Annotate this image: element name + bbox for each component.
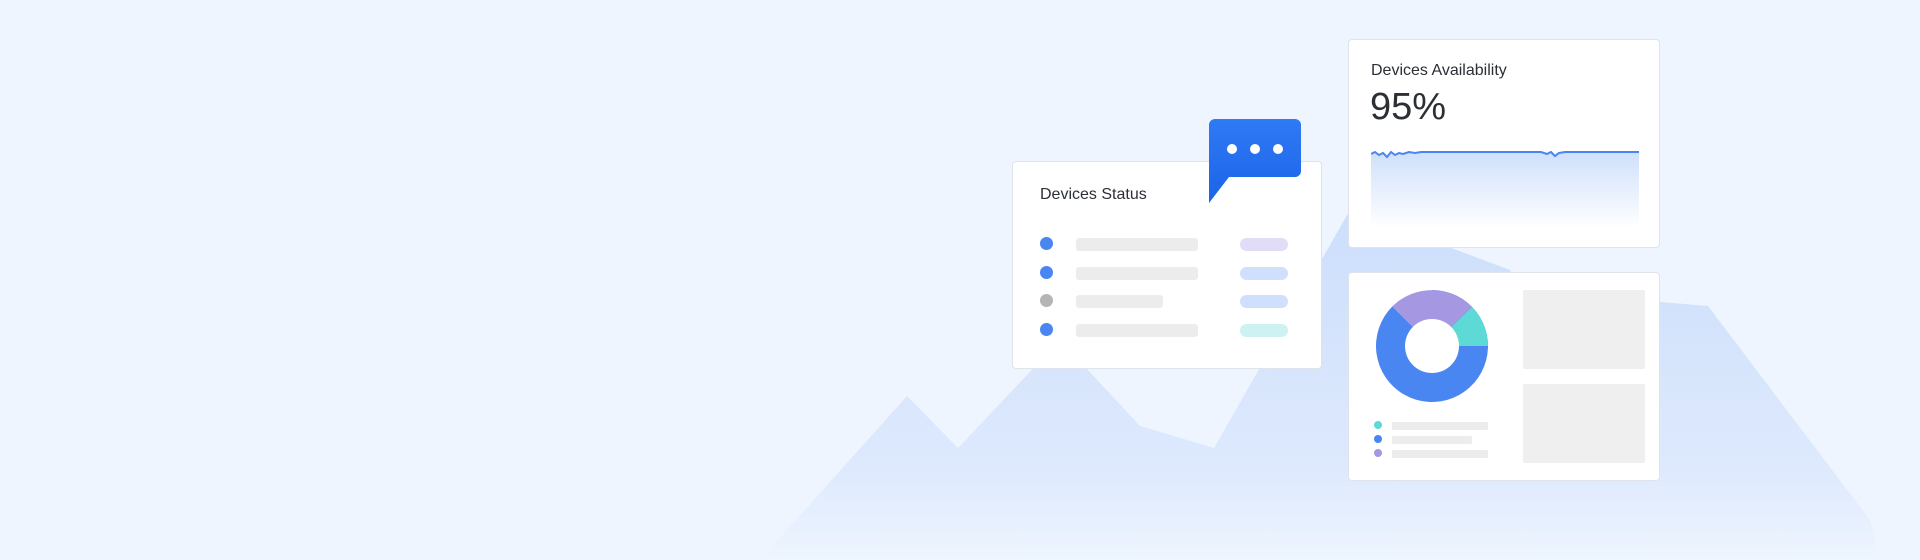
status-placeholder-bar (1076, 267, 1198, 280)
status-pill (1240, 238, 1288, 251)
availability-sparkline (1371, 150, 1639, 228)
status-pill (1240, 295, 1288, 308)
status-row (1040, 322, 1300, 337)
status-row (1040, 293, 1300, 308)
status-pill (1240, 324, 1288, 337)
legend-placeholder-bar (1392, 422, 1488, 430)
legend-dot-blue (1374, 435, 1382, 443)
status-dot-offline (1040, 294, 1053, 307)
status-dot-online (1040, 323, 1053, 336)
legend-placeholder-bar (1392, 436, 1472, 444)
devices-availability-card: Devices Availability 95% (1348, 39, 1660, 248)
placeholder-panel-top (1523, 290, 1645, 369)
legend-placeholder-bar (1392, 450, 1488, 458)
devices-status-title: Devices Status (1040, 186, 1147, 203)
chat-bubble-ellipsis-icon (1209, 119, 1301, 203)
devices-availability-title: Devices Availability (1371, 62, 1507, 79)
legend-dot-teal (1374, 421, 1382, 429)
status-dot-online (1040, 237, 1053, 250)
status-pill (1240, 267, 1288, 280)
status-dot-online (1040, 266, 1053, 279)
legend-dot-purple (1374, 449, 1382, 457)
status-placeholder-bar (1076, 324, 1198, 337)
placeholder-panel-bottom (1523, 384, 1645, 463)
status-placeholder-bar (1076, 295, 1163, 308)
devices-donut-card (1348, 272, 1660, 481)
availability-value: 95% (1370, 86, 1447, 128)
donut-chart (1376, 290, 1488, 402)
status-placeholder-bar (1076, 238, 1198, 251)
status-row (1040, 265, 1300, 280)
status-row (1040, 236, 1300, 251)
